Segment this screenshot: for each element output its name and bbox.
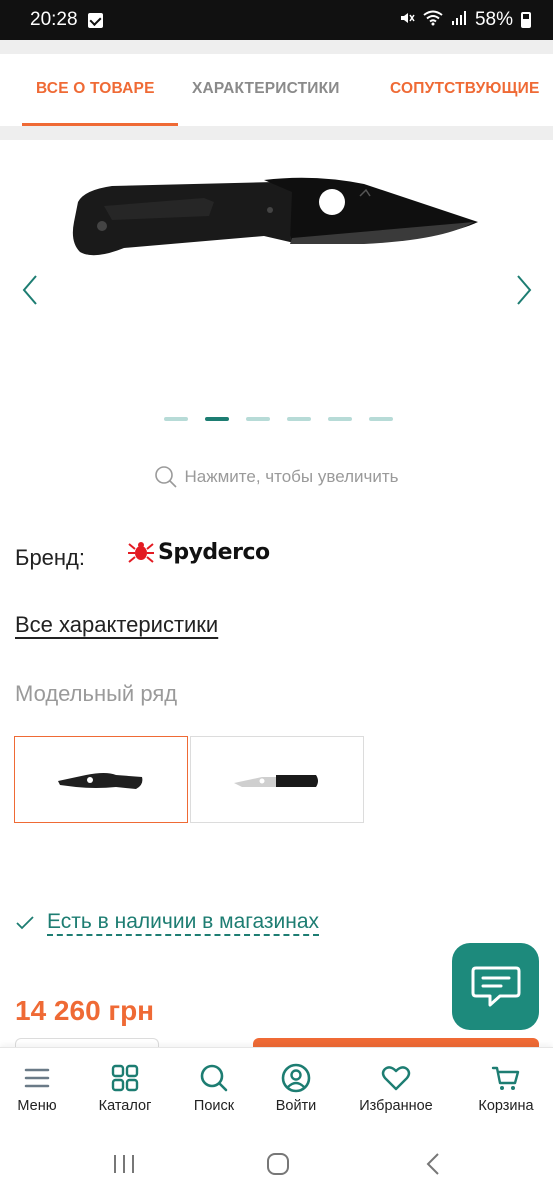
nav-favorites[interactable]: Избранное bbox=[350, 1062, 442, 1114]
battery-percent: 58% bbox=[474, 9, 513, 30]
nav-search[interactable]: Поиск bbox=[186, 1062, 242, 1114]
gallery-dot[interactable] bbox=[205, 417, 229, 421]
status-icons: 58% bbox=[399, 9, 531, 31]
gallery-dot[interactable] bbox=[246, 417, 270, 421]
stock-status[interactable]: Есть в наличии в магазинах bbox=[15, 910, 320, 936]
gallery-pagination bbox=[164, 417, 393, 421]
signal-icon bbox=[451, 10, 467, 30]
divider bbox=[0, 126, 553, 140]
zoom-hint[interactable]: Нажмите, чтобы увеличить bbox=[0, 465, 553, 489]
brand-logo[interactable]: Spyderco bbox=[128, 539, 270, 565]
nav-label: Меню bbox=[17, 1098, 57, 1114]
nav-label: Корзина bbox=[478, 1098, 534, 1114]
system-navigation-bar bbox=[0, 1129, 553, 1200]
spider-icon bbox=[128, 542, 154, 563]
product-tabs: ВСЕ О ТОВАРЕ ХАРАКТЕРИСТИКИ СОПУТСТВУЮЩИ… bbox=[0, 54, 553, 126]
brand-label: Бренд: bbox=[15, 545, 86, 570]
product-price: 14 260 грн bbox=[15, 995, 155, 1026]
nav-catalog[interactable]: Каталог bbox=[90, 1062, 160, 1114]
search-icon bbox=[155, 466, 178, 488]
chat-button[interactable] bbox=[452, 943, 539, 1030]
cart-icon bbox=[491, 1066, 520, 1090]
wifi-icon bbox=[423, 10, 443, 30]
chevron-right-icon[interactable] bbox=[512, 270, 536, 310]
search-icon bbox=[200, 1064, 228, 1092]
knife-thumbnail bbox=[234, 774, 318, 787]
nav-label: Войти bbox=[275, 1098, 317, 1114]
status-bar: 20:28 58% bbox=[0, 0, 553, 40]
grid-icon bbox=[111, 1064, 139, 1092]
nav-menu[interactable]: Меню bbox=[12, 1062, 62, 1114]
nav-label: Поиск bbox=[193, 1098, 235, 1114]
nav-label: Избранное bbox=[359, 1098, 433, 1114]
menu-icon bbox=[24, 1068, 50, 1088]
status-time: 20:28 bbox=[30, 9, 78, 30]
brand-logo-text: Spyderco bbox=[158, 539, 270, 565]
gallery-dot[interactable] bbox=[164, 417, 188, 421]
gallery-dot[interactable] bbox=[328, 417, 352, 421]
knife-thumbnail bbox=[58, 772, 143, 789]
heart-icon bbox=[381, 1066, 411, 1091]
gallery-dot[interactable] bbox=[369, 417, 393, 421]
notification-check-icon bbox=[87, 12, 103, 28]
brand-row: Бренд: Spyderco bbox=[15, 540, 270, 571]
gallery-dot[interactable] bbox=[287, 417, 311, 421]
nav-login[interactable]: Войти bbox=[268, 1062, 324, 1114]
nav-label: Каталог bbox=[98, 1098, 152, 1114]
zoom-hint-text: Нажмите, чтобы увеличить bbox=[184, 467, 399, 486]
home-icon[interactable] bbox=[266, 1152, 290, 1176]
chevron-left-icon[interactable] bbox=[18, 270, 42, 310]
knife-image[interactable] bbox=[64, 156, 484, 266]
battery-icon bbox=[521, 12, 531, 28]
all-specs-link[interactable]: Все характеристики bbox=[15, 612, 218, 638]
bottom-navigation: Меню Каталог Поиск Войти Избранное Корзи… bbox=[0, 1047, 553, 1129]
stock-link[interactable]: Есть в наличии в магазинах bbox=[47, 910, 320, 936]
chat-icon bbox=[471, 966, 520, 1006]
mute-icon bbox=[399, 10, 415, 30]
back-icon[interactable] bbox=[424, 1152, 442, 1176]
tab-specs[interactable]: ХАРАКТЕРИСТИКИ bbox=[192, 80, 340, 98]
user-icon bbox=[281, 1063, 311, 1093]
tab-about[interactable]: ВСЕ О ТОВАРЕ bbox=[36, 80, 155, 98]
divider bbox=[0, 40, 553, 54]
nav-cart[interactable]: Корзина bbox=[470, 1062, 542, 1114]
tab-related[interactable]: СОПУТСТВУЮЩИЕ bbox=[390, 80, 540, 98]
recent-apps-icon[interactable] bbox=[112, 1153, 136, 1175]
model-range-title: Модельный ряд bbox=[15, 681, 178, 706]
model-card-black[interactable] bbox=[14, 736, 188, 823]
product-gallery[interactable]: Нажмите, чтобы увеличить bbox=[0, 140, 553, 500]
check-icon bbox=[16, 916, 34, 930]
model-card-silver[interactable] bbox=[190, 736, 364, 823]
